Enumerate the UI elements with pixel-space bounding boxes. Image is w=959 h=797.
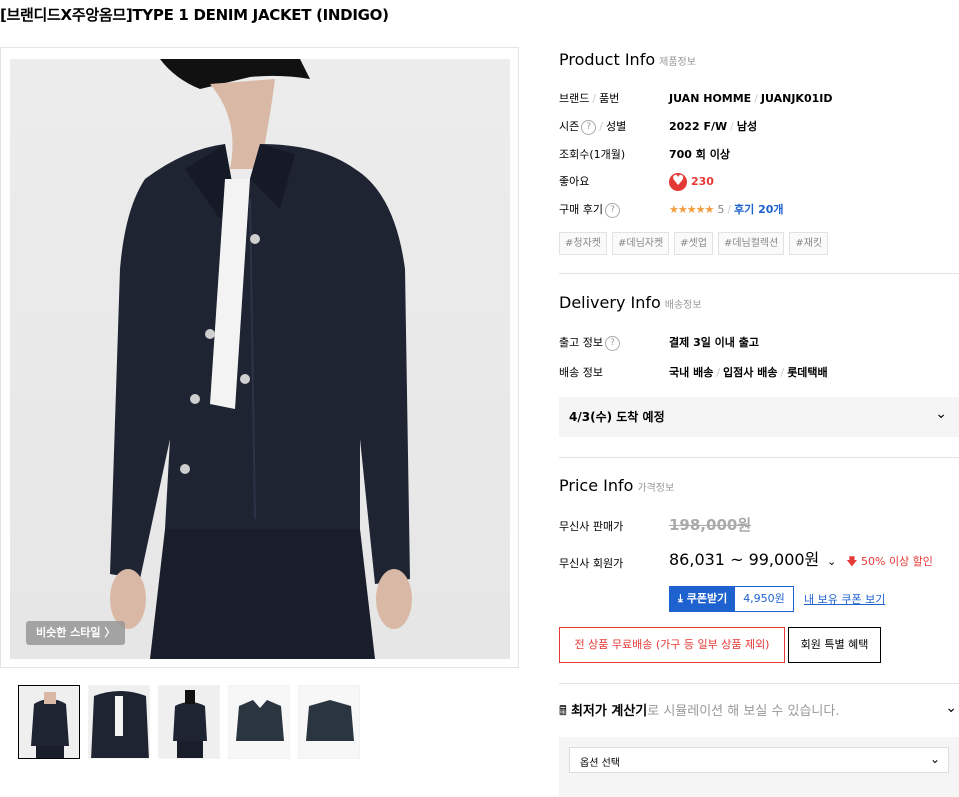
shipping-row: 배송 정보 국내 배송 / 입점사 배송 / 롯데택배 — [559, 364, 959, 382]
price-info-title: Price Info 가격정보 — [559, 476, 674, 495]
divider — [559, 273, 959, 274]
download-icon: ⤓ 쿠폰받기 — [670, 587, 736, 611]
delivery-info-title: Delivery Info 배송정보 — [559, 293, 702, 312]
season-row: 시즌? / 성별 2022 F/W / 남성 — [559, 119, 758, 135]
help-icon[interactable]: ? — [604, 202, 620, 218]
review-row: 구매 후기? ★★★★★ 5/후기 20개 — [559, 202, 784, 218]
views-label: 조회수(1개월) — [559, 148, 626, 161]
help-icon[interactable]: ? — [604, 335, 620, 351]
tag-item[interactable]: #청자켓 — [559, 232, 607, 255]
product-info-title: Product Info 제품정보 — [559, 50, 696, 69]
shipping-label: 배송 정보 — [559, 366, 603, 379]
model-illustration — [110, 59, 412, 659]
brand-row: 브랜드 / 품번 JUAN HOMME / JUANJK01ID — [559, 92, 833, 105]
coupon-amount: 4,950원 — [743, 592, 785, 605]
product-info-subheading: 제품정보 — [659, 57, 696, 68]
release-row: 출고 정보? 결제 3일 이내 출고 — [559, 334, 959, 352]
brand-value[interactable]: JUAN HOMME — [669, 92, 751, 105]
product-info-heading: Product Info — [559, 50, 656, 69]
thumbnail-5[interactable] — [298, 685, 360, 759]
like-button[interactable]: 230 — [669, 172, 714, 191]
main-image-frame: 비슷한 스타일 〉 — [0, 47, 519, 668]
chevron-down-icon[interactable]: ⌄ — [945, 700, 957, 716]
ship-courier: 롯데택배 — [787, 366, 828, 379]
brand-label: 브랜드 — [559, 92, 590, 105]
thumbnail-3[interactable] — [158, 685, 220, 759]
divider — [559, 457, 959, 458]
coupon-button[interactable]: ⤓ 쿠폰받기 4,950원 — [669, 586, 794, 612]
member-price-label: 무신사 회원가 — [559, 557, 624, 570]
calculator-desc: 로 시뮬레이션 해 보실 수 있습니다. — [647, 704, 840, 719]
thumbnail-strip — [18, 685, 360, 759]
discount-badge: 🡇 50% 이상 할인 — [846, 555, 933, 568]
price-info-heading: Price Info — [559, 476, 634, 495]
product-title: [브랜디드X주앙옴므]TYPE 1 DENIM JACKET (INDIGO) — [0, 6, 389, 24]
tag-item[interactable]: #데님컬렉션 — [717, 232, 785, 255]
ship-store: 입점사 배송 — [723, 366, 778, 379]
help-icon[interactable]: ? — [581, 119, 597, 135]
code-label: 품번 — [599, 92, 620, 105]
calculator-icon: 🖩 — [559, 704, 567, 719]
sale-price-row: 무신사 판매가 198,000원 — [559, 516, 959, 538]
my-coupon-link[interactable]: 내 보유 쿠폰 보기 — [804, 591, 885, 607]
star-rating-icon: ★★★★★ — [669, 203, 714, 216]
discount-text: 50% 이상 할인 — [861, 555, 933, 568]
member-price-row: 무신사 회원가 86,031 ~ 99,000원 ⌄ 🡇 50% 이상 할인 — [559, 550, 959, 575]
divider — [559, 683, 959, 684]
delivery-info-heading: Delivery Info — [559, 293, 661, 312]
season-value: 2022 F/W — [669, 120, 728, 133]
code-value: JUANJK01ID — [760, 92, 833, 105]
chevron-down-icon[interactable]: ⌄ — [827, 555, 836, 568]
free-shipping-button[interactable]: 전 상품 무료배송 (가구 등 일부 상품 제외) — [559, 627, 785, 663]
release-label: 출고 정보 — [559, 336, 603, 349]
views-row: 조회수(1개월) 700 회 이상 — [559, 146, 959, 164]
option-select[interactable]: 옵션 선택 ⌄ — [569, 747, 949, 773]
delivery-info-subheading: 배송정보 — [664, 300, 702, 311]
likes-row: 좋아요 230 — [559, 172, 959, 191]
gender-label: 성별 — [605, 120, 627, 133]
ship-domestic: 국내 배송 — [669, 366, 714, 379]
thumbnail-2[interactable] — [88, 685, 150, 759]
heart-icon — [669, 172, 687, 191]
arrival-dropdown[interactable]: 4/3(수) 도착 예정 ⌄ — [559, 397, 959, 437]
chevron-down-icon: ⌄ — [935, 406, 947, 422]
chevron-down-icon: ⌄ — [929, 752, 940, 766]
views-value: 700 회 이상 — [669, 148, 730, 161]
review-label: 구매 후기 — [559, 203, 603, 216]
tag-item[interactable]: #셋업 — [674, 232, 713, 255]
member-benefit-button[interactable]: 회원 특별 혜택 — [788, 627, 881, 663]
review-count-link[interactable]: 후기 20개 — [734, 203, 784, 216]
option-area: 옵션 선택 ⌄ — [559, 737, 959, 797]
coupon-get-label: 쿠폰받기 — [686, 592, 728, 605]
season-label: 시즌 — [559, 120, 580, 133]
tag-item[interactable]: #재킷 — [789, 232, 829, 255]
sale-price-label: 무신사 판매가 — [559, 520, 624, 533]
option-select-label: 옵션 선택 — [580, 758, 620, 769]
likes-count: 230 — [691, 175, 714, 188]
price-calculator[interactable]: 🖩 최저가 계산기로 시뮬레이션 해 보실 수 있습니다. — [559, 700, 839, 724]
thumbnail-4[interactable] — [228, 685, 290, 759]
review-score: 5 — [717, 203, 725, 216]
thumbnail-1[interactable] — [18, 685, 80, 759]
release-value: 결제 3일 이내 출고 — [669, 336, 759, 349]
gender-value: 남성 — [736, 120, 758, 133]
product-photo[interactable]: 비슷한 스타일 〉 — [10, 59, 510, 659]
likes-label: 좋아요 — [559, 175, 590, 188]
original-price: 198,000원 — [669, 516, 752, 534]
price-info-subheading: 가격정보 — [637, 483, 675, 494]
calculator-label: 최저가 계산기 — [570, 704, 648, 719]
similar-style-button[interactable]: 비슷한 스타일 〉 — [26, 621, 126, 645]
tag-list: #청자켓 #데님자켓 #셋업 #데님컬렉션 #재킷 — [559, 232, 829, 255]
arrival-date: 4/3(수) 도착 예정 — [569, 410, 665, 424]
member-price: 86,031 ~ 99,000원 — [669, 550, 820, 569]
tag-item[interactable]: #데님자켓 — [611, 232, 670, 255]
